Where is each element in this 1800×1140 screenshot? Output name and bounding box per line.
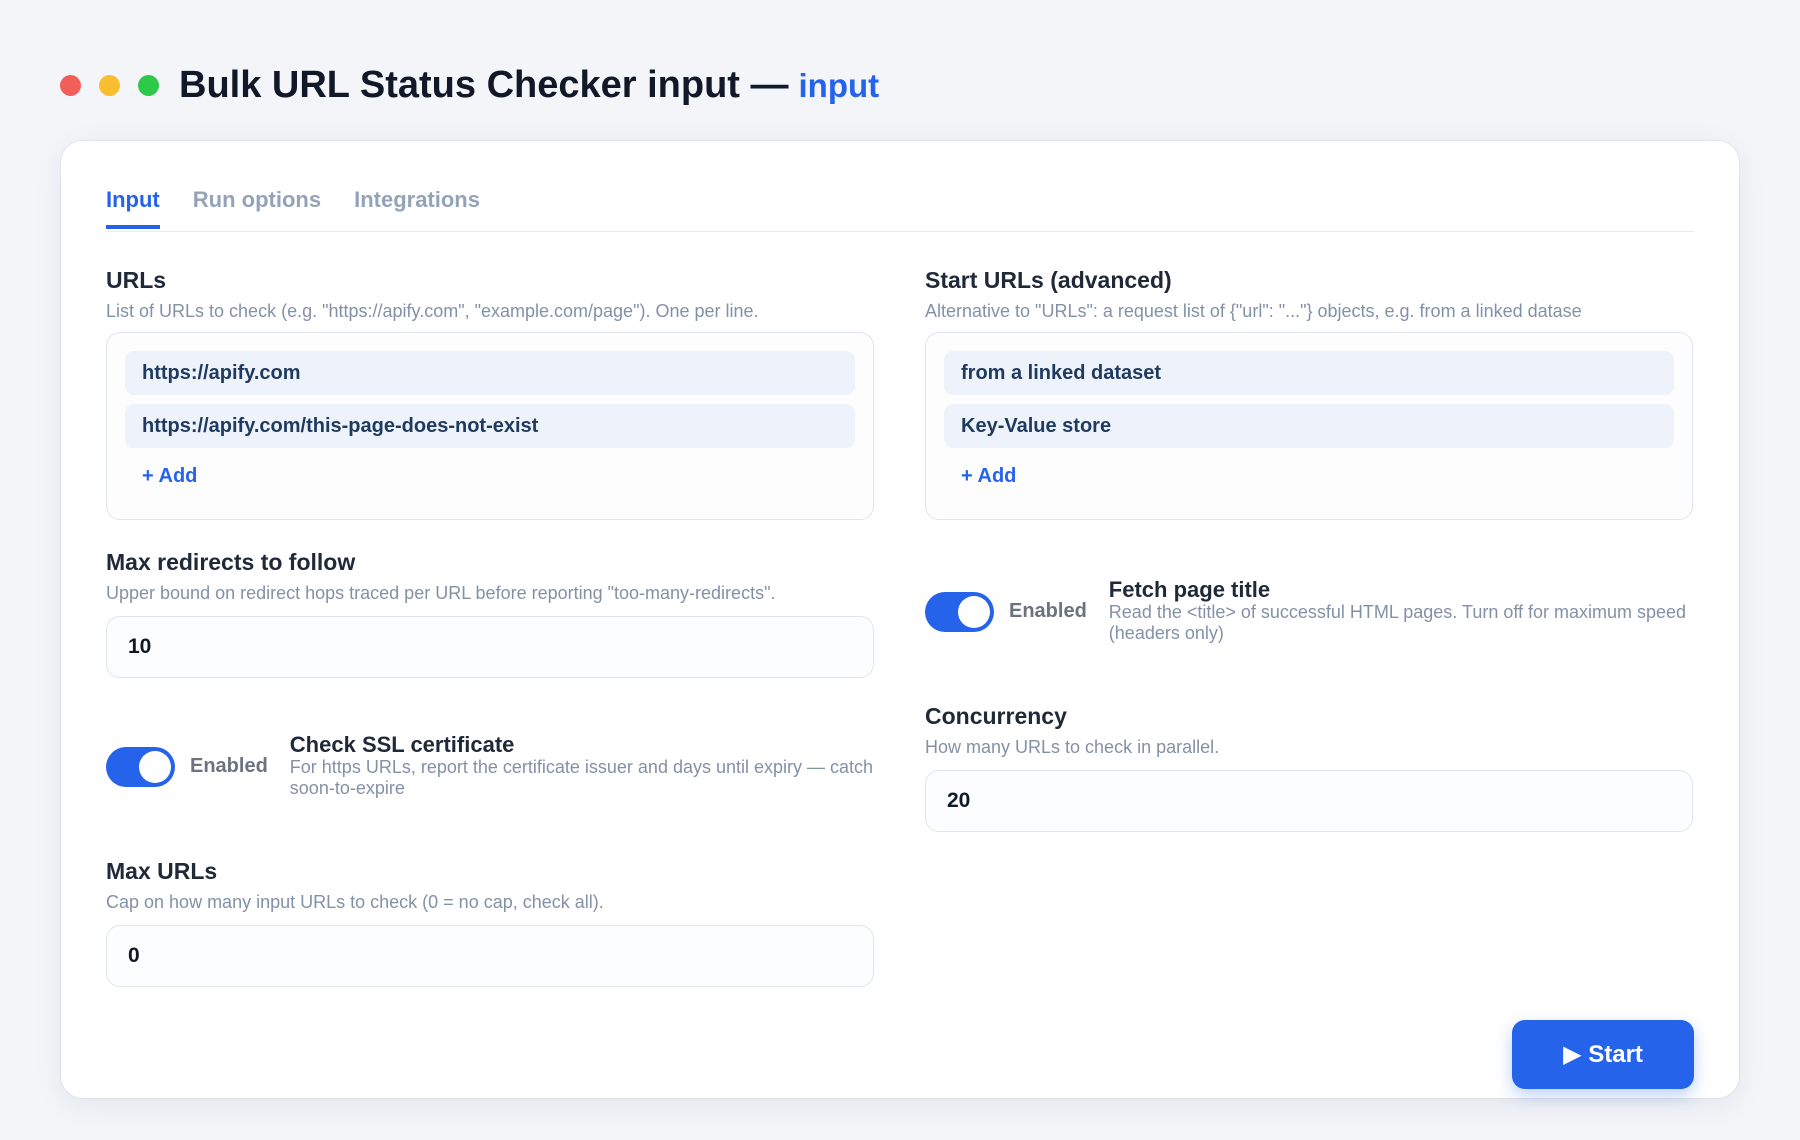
fetch-title-text: Fetch page title Read the <title> of suc… [1109, 578, 1693, 644]
max-redirects-input[interactable]: 10 [106, 616, 874, 678]
input-form-card: Input Run options Integrations URLs List… [61, 141, 1739, 1098]
close-window-dot[interactable] [60, 74, 81, 96]
tab-integrations[interactable]: Integrations [354, 171, 480, 229]
max-urls-field: Max URLs Cap on how many input URLs to c… [106, 857, 874, 987]
max-urls-input[interactable]: 0 [106, 925, 874, 987]
start-url-list-item[interactable]: Key-Value store [944, 404, 1674, 448]
check-ssl-label: Check SSL certificate [289, 732, 515, 757]
concurrency-description: How many URLs to check in parallel. [925, 737, 1220, 757]
fetch-title-label: Fetch page title [1108, 577, 1271, 602]
tab-input[interactable]: Input [106, 171, 160, 229]
tab-bar: Input Run options Integrations [106, 171, 1694, 232]
fetch-title-description: Read the <title> of successful HTML page… [1108, 602, 1687, 643]
toggle-knob [139, 751, 171, 783]
url-list-item[interactable]: https://apify.com/this-page-does-not-exi… [125, 404, 855, 448]
check-ssl-status: Enabled [190, 755, 268, 777]
minimize-window-dot[interactable] [99, 74, 120, 96]
start-url-list-item[interactable]: from a linked dataset [944, 351, 1674, 395]
page-title-text: Bulk URL Status Checker input — [179, 63, 789, 106]
check-ssl-description: For https URLs, report the certificate i… [289, 757, 874, 798]
max-redirects-description: Upper bound on redirect hops traced per … [106, 583, 776, 603]
start-urls-field: Start URLs (advanced) Alternative to "UR… [925, 266, 1693, 520]
add-url-button[interactable]: + Add [142, 465, 197, 488]
max-urls-description: Cap on how many input URLs to check (0 =… [106, 892, 604, 912]
fetch-title-toggle-row: Enabled Fetch page title Read the <title… [925, 578, 1693, 644]
check-ssl-toggle[interactable] [106, 747, 175, 787]
fetch-title-toggle[interactable] [925, 592, 994, 632]
start-urls-label: Start URLs (advanced) [925, 267, 1172, 293]
concurrency-label: Concurrency [925, 703, 1067, 729]
urls-label: URLs [106, 267, 167, 293]
page-subtitle: input [798, 66, 880, 104]
urls-list: https://apify.com https://apify.com/this… [106, 332, 874, 520]
urls-description: List of URLs to check (e.g. "https://api… [106, 301, 759, 321]
check-ssl-text: Check SSL certificate For https URLs, re… [290, 733, 874, 799]
max-redirects-label: Max redirects to follow [106, 549, 356, 575]
start-urls-description: Alternative to "URLs": a request list of… [925, 301, 1582, 321]
start-urls-list: from a linked dataset Key-Value store + … [925, 332, 1693, 520]
page-title: Bulk URL Status Checker input — input [179, 64, 879, 107]
max-urls-label: Max URLs [106, 858, 218, 884]
check-ssl-toggle-row: Enabled Check SSL certificate For https … [106, 733, 874, 799]
fetch-title-status: Enabled [1009, 600, 1087, 622]
max-redirects-field: Max redirects to follow Upper bound on r… [106, 548, 874, 678]
window-titlebar: Bulk URL Status Checker input — input [60, 62, 879, 108]
concurrency-field: Concurrency How many URLs to check in pa… [925, 702, 1693, 832]
start-button[interactable]: ▶ Start [1512, 1020, 1694, 1089]
url-list-item[interactable]: https://apify.com [125, 351, 855, 395]
tab-run-options[interactable]: Run options [193, 171, 321, 229]
toggle-knob [958, 596, 990, 628]
maximize-window-dot[interactable] [138, 74, 159, 96]
concurrency-input[interactable]: 20 [925, 770, 1693, 832]
urls-field: URLs List of URLs to check (e.g. "https:… [106, 266, 874, 520]
add-start-url-button[interactable]: + Add [961, 465, 1016, 488]
